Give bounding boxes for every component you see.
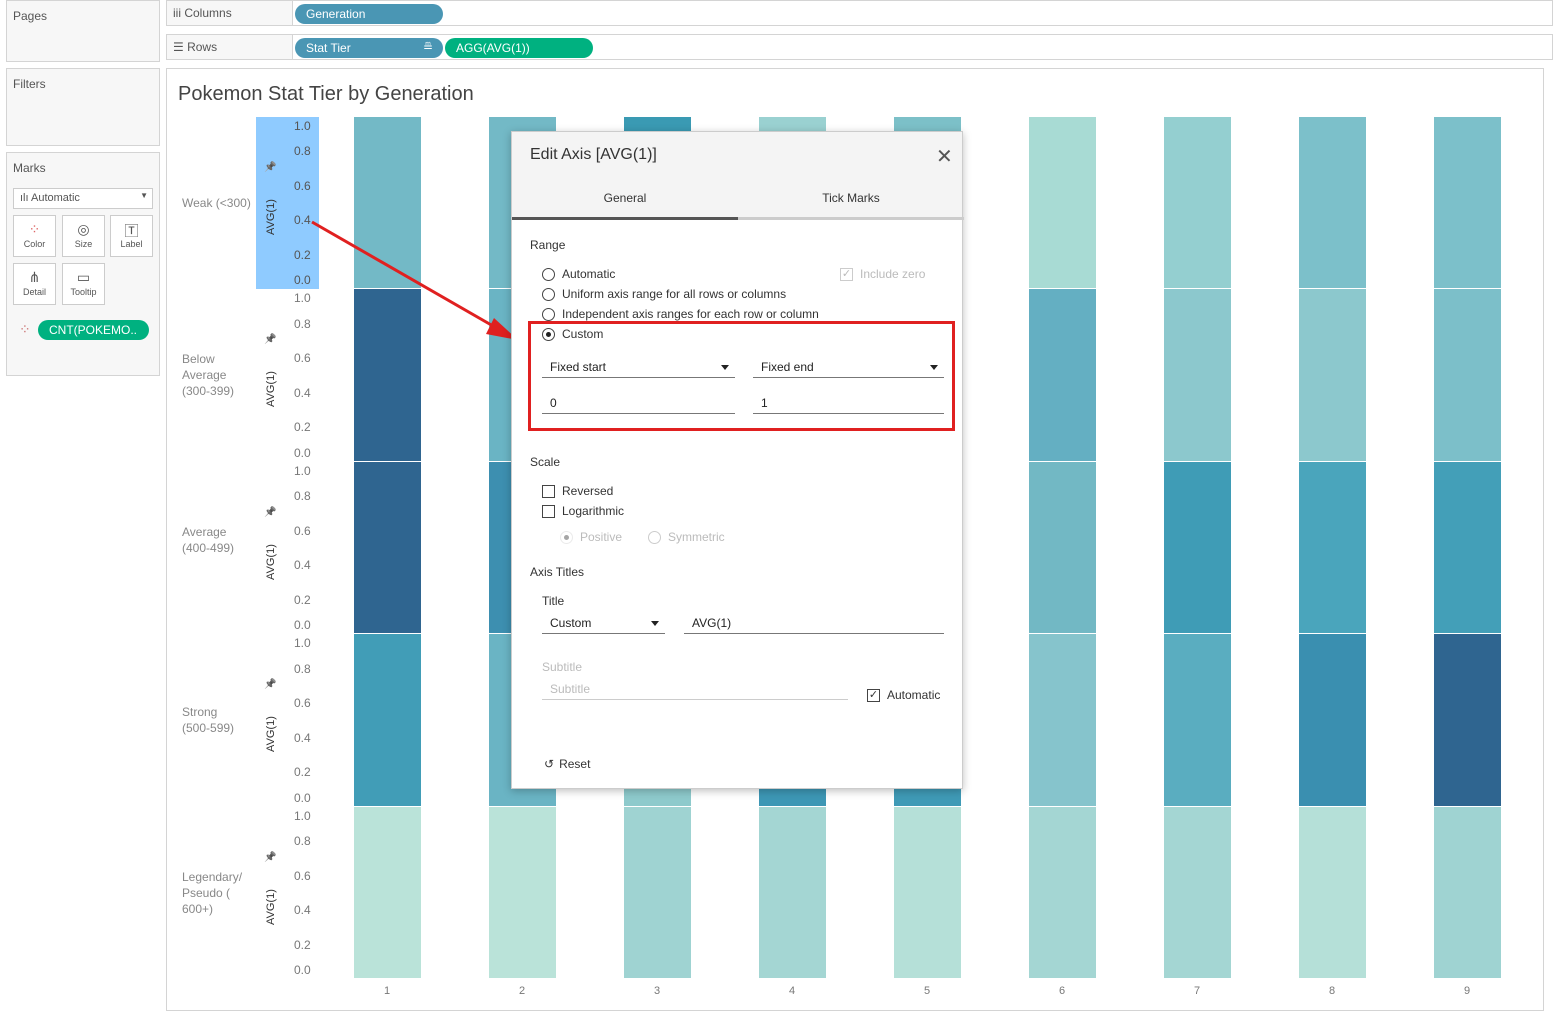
range-automatic-radio[interactable]: Automatic bbox=[542, 267, 615, 281]
tab-underline bbox=[512, 217, 964, 220]
subtitle-label: Subtitle bbox=[542, 660, 583, 674]
range-uniform-radio[interactable]: Uniform axis range for all rows or colum… bbox=[542, 287, 786, 301]
reversed-checkbox[interactable]: Reversed bbox=[542, 484, 613, 498]
include-zero-checkbox[interactable]: ✓ Include zero bbox=[840, 267, 925, 281]
close-icon[interactable]: ✕ bbox=[936, 144, 953, 169]
title-mode-dropdown[interactable]: Custom bbox=[542, 612, 665, 634]
subtitle-automatic-checkbox[interactable]: ✓ Automatic bbox=[867, 688, 940, 702]
dialog-title: Edit Axis [AVG(1)] bbox=[530, 146, 657, 163]
radio-selected-icon bbox=[560, 530, 573, 544]
title-mode-value: Custom bbox=[550, 616, 592, 630]
positive-label: Positive bbox=[580, 530, 623, 544]
check-icon: ✓ bbox=[840, 267, 853, 281]
subtitle-input[interactable]: Subtitle bbox=[542, 678, 848, 700]
checkbox-icon bbox=[542, 504, 555, 518]
radio-icon bbox=[542, 307, 555, 321]
reset-button[interactable]: ↺ Reset bbox=[544, 757, 590, 771]
title-label: Title bbox=[542, 594, 565, 608]
checkbox-icon bbox=[542, 484, 555, 498]
include-zero-label: Include zero bbox=[860, 267, 926, 281]
positive-radio[interactable]: Positive bbox=[560, 530, 622, 544]
symmetric-radio[interactable]: Symmetric bbox=[648, 530, 725, 544]
axis-titles-heading: Axis Titles bbox=[530, 565, 585, 579]
reset-icon: ↺ bbox=[544, 757, 555, 771]
title-input[interactable]: AVG(1) bbox=[684, 612, 944, 634]
range-heading: Range bbox=[530, 238, 566, 252]
tab-general[interactable]: General bbox=[512, 191, 738, 205]
edit-axis-dialog: Edit Axis [AVG(1)] ✕ General Tick Marks … bbox=[511, 131, 964, 789]
radio-icon bbox=[648, 530, 661, 544]
reversed-label: Reversed bbox=[562, 484, 614, 498]
radio-icon bbox=[542, 267, 555, 281]
check-icon: ✓ bbox=[867, 688, 880, 702]
independent-label: Independent axis ranges for each row or … bbox=[562, 307, 819, 321]
automatic-checkbox-label: Automatic bbox=[887, 688, 941, 702]
logarithmic-label: Logarithmic bbox=[562, 504, 625, 518]
radio-icon bbox=[542, 287, 555, 301]
range-independent-radio[interactable]: Independent axis ranges for each row or … bbox=[542, 307, 819, 321]
automatic-label: Automatic bbox=[562, 267, 616, 281]
scale-heading: Scale bbox=[530, 455, 561, 469]
symmetric-label: Symmetric bbox=[668, 530, 725, 544]
reset-label: Reset bbox=[559, 757, 591, 771]
custom-range-highlight-box bbox=[528, 321, 955, 431]
tab-tick-marks[interactable]: Tick Marks bbox=[738, 191, 964, 205]
logarithmic-checkbox[interactable]: Logarithmic bbox=[542, 504, 624, 518]
uniform-label: Uniform axis range for all rows or colum… bbox=[562, 287, 787, 301]
caret-down-icon bbox=[651, 621, 659, 626]
